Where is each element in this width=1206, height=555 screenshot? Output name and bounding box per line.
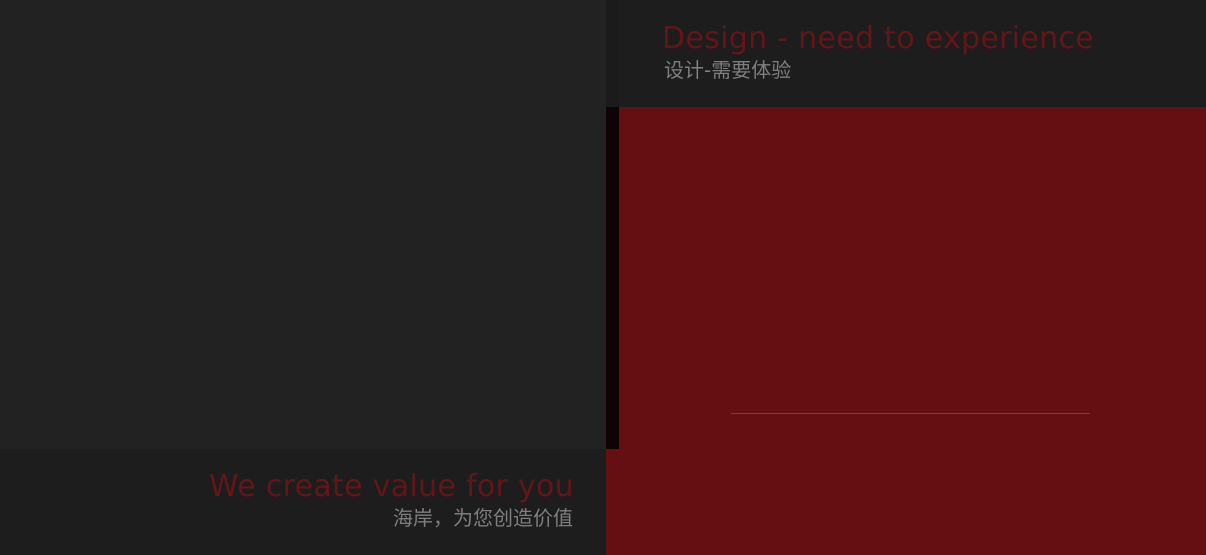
footer-title-en: We create value for you xyxy=(209,469,574,504)
footer-title-cn: 海岸，为您创造价值 xyxy=(393,506,573,530)
red-panel-extension xyxy=(606,449,619,555)
dark-accent-strip xyxy=(606,107,619,449)
header-title-en: Design - need to experience xyxy=(662,21,1095,56)
red-content-panel xyxy=(619,107,1206,555)
header-title-cn: 设计-需要体验 xyxy=(664,58,792,82)
page: Design - need to experience 设计-需要体验 We c… xyxy=(0,0,1206,555)
panel-divider xyxy=(731,413,1090,414)
feature-image xyxy=(0,0,606,449)
